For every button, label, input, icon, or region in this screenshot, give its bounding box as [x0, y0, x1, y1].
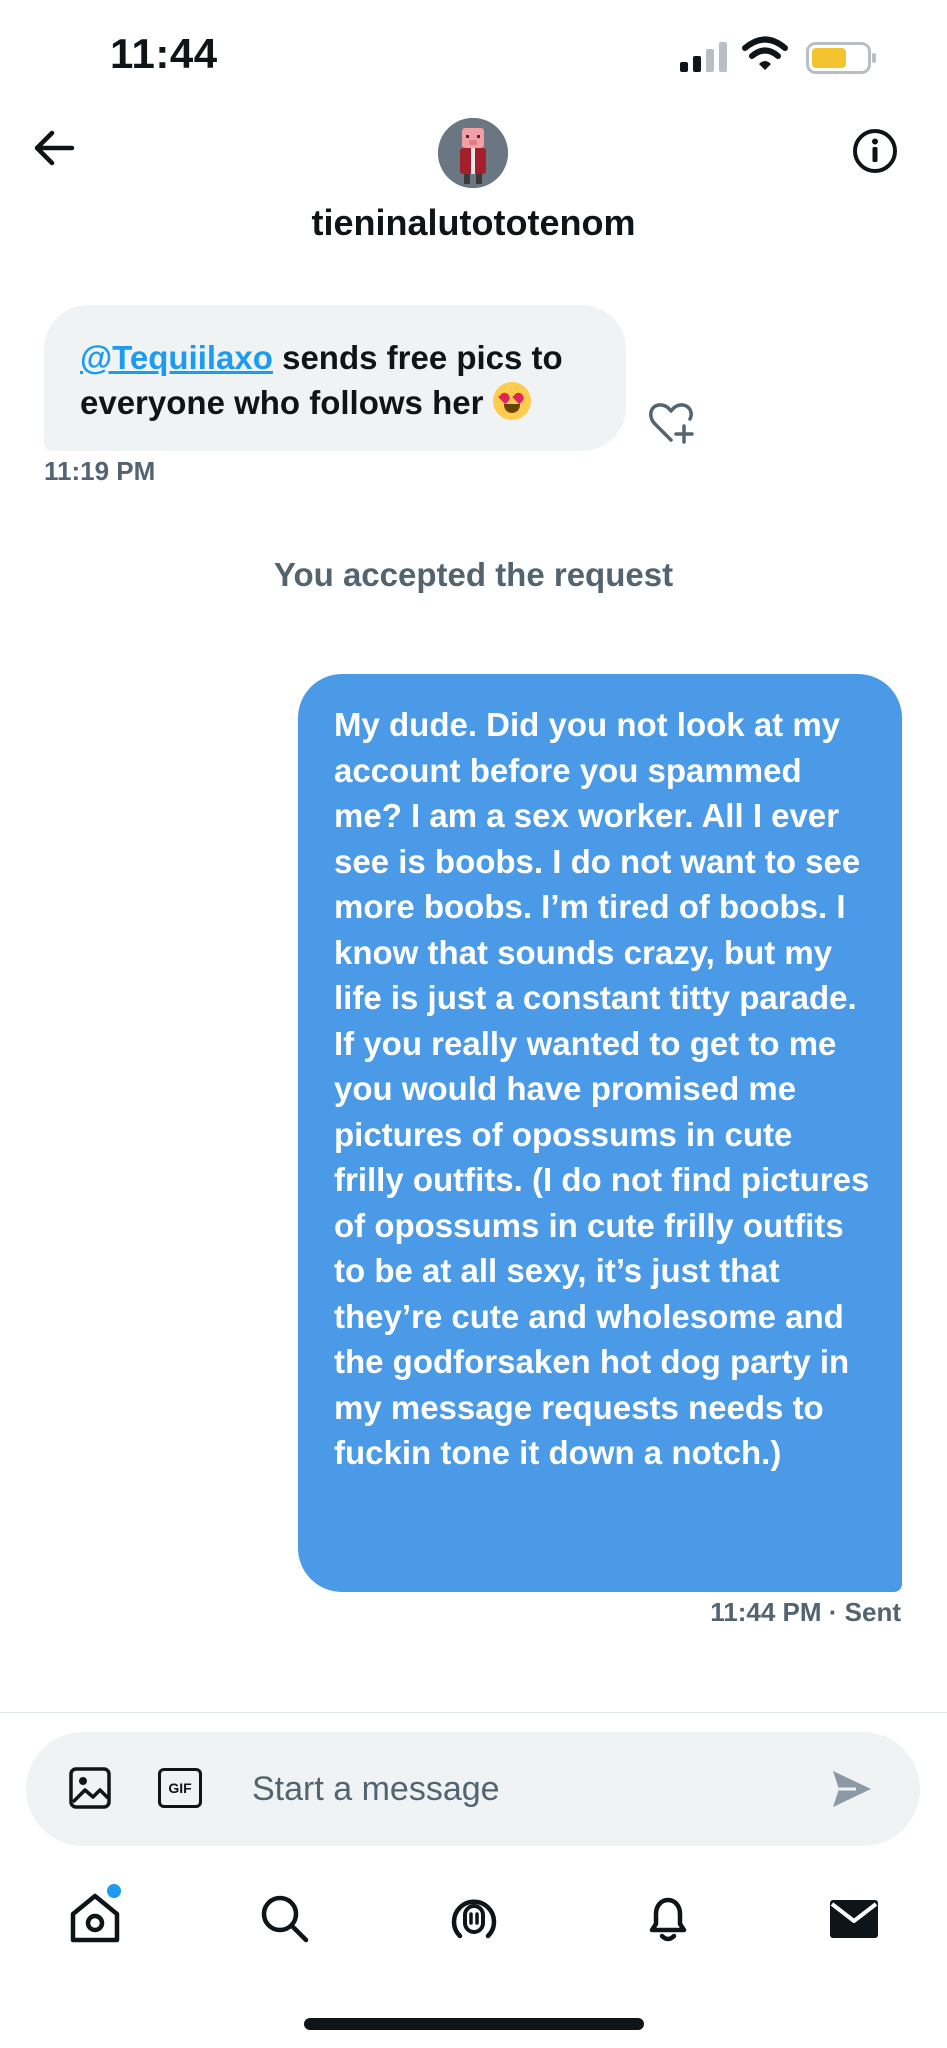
home-icon[interactable]	[67, 1890, 123, 1946]
spaces-icon[interactable]	[446, 1890, 502, 1946]
incoming-message-bubble[interactable]: @Tequiilaxo sends free pics to everyone …	[44, 305, 626, 451]
outgoing-message-text: My dude. Did you not look at my account …	[334, 706, 870, 1471]
gif-icon[interactable]: GIF	[158, 1768, 202, 1808]
messages-envelope-icon[interactable]	[826, 1890, 882, 1946]
incoming-message-time: 11:19 PM	[44, 456, 156, 486]
outgoing-message-meta: 11:44 PM · Sent	[710, 1597, 901, 1628]
conversation-username[interactable]: tieninalutototenom	[0, 202, 947, 244]
avatar-image	[438, 118, 508, 188]
avatar[interactable]	[438, 118, 508, 188]
cellular-signal-icon	[680, 42, 727, 72]
search-icon[interactable]	[256, 1890, 312, 1946]
home-notification-dot	[107, 1884, 121, 1898]
status-time: 11:44	[110, 30, 218, 77]
outgoing-message-bubble[interactable]: My dude. Did you not look at my account …	[298, 674, 902, 1592]
request-accepted-notice: You accepted the request	[273, 556, 674, 593]
outgoing-message-status: · Sent	[828, 1597, 901, 1627]
home-indicator	[304, 2018, 644, 2030]
gif-label: GIF	[168, 1780, 192, 1796]
send-icon[interactable]	[830, 1768, 874, 1810]
info-icon[interactable]	[852, 128, 898, 174]
battery-icon	[806, 42, 876, 74]
mention-link[interactable]: @Tequiilaxo	[80, 339, 273, 376]
image-icon[interactable]	[68, 1766, 112, 1810]
heart-eyes-emoji-icon	[492, 382, 531, 420]
outgoing-message-time: 11:44 PM	[710, 1597, 822, 1627]
add-reaction-heart-icon[interactable]	[646, 400, 696, 446]
wifi-icon	[742, 36, 788, 70]
message-input[interactable]	[252, 1764, 792, 1814]
notifications-bell-icon[interactable]	[640, 1890, 696, 1946]
back-arrow-icon[interactable]	[32, 128, 76, 168]
composer-divider	[0, 1712, 947, 1713]
